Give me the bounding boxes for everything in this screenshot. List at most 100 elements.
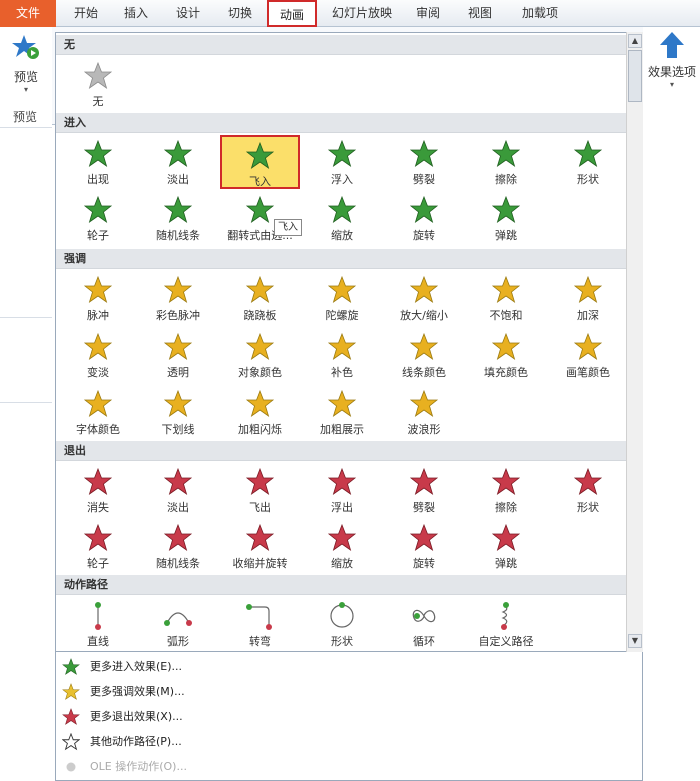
emphasis-effect-label: 加粗展示	[320, 423, 364, 436]
tab-home[interactable]: 开始	[62, 0, 110, 27]
gallery-scrollbar[interactable]: ▲ ▼	[626, 32, 643, 652]
entrance-star-icon	[58, 195, 138, 225]
motion-effect-4[interactable]: 循环	[384, 597, 464, 651]
emphasis-effect-label: 填充颜色	[484, 366, 528, 379]
effect-options-button[interactable]: 效果选项 ▾	[645, 30, 699, 100]
emphasis-effect-16[interactable]: 加粗闪烁	[220, 385, 300, 439]
tab-design[interactable]: 设计	[166, 0, 210, 27]
motion-effect-2[interactable]: 转弯	[220, 597, 300, 651]
emphasis-star-icon	[548, 332, 628, 362]
exit-effect-5[interactable]: 擦除	[466, 463, 546, 517]
exit-effect-12[interactable]: 弹跳	[466, 519, 546, 573]
scroll-thumb[interactable]	[628, 50, 642, 102]
emphasis-effect-12[interactable]: 填充颜色	[466, 328, 546, 382]
scroll-down-icon[interactable]: ▼	[628, 634, 642, 648]
emphasis-effect-label: 跷跷板	[243, 309, 277, 322]
effect-options-dropdown-icon[interactable]: ▾	[645, 80, 699, 89]
tab-insert[interactable]: 插入	[114, 0, 158, 27]
emphasis-effect-0[interactable]: 脉冲	[58, 271, 138, 325]
entrance-effect-5[interactable]: 擦除	[466, 135, 546, 189]
tab-animations[interactable]: 动画	[267, 0, 317, 27]
motion-effect-1[interactable]: 弧形	[138, 597, 218, 651]
entrance-effect-11[interactable]: 旋转	[384, 191, 464, 245]
entrance-effect-label: 缩放	[331, 229, 353, 242]
entrance-effect-1[interactable]: 淡出	[138, 135, 218, 189]
motion-effect-3[interactable]: 形状	[302, 597, 382, 651]
emphasis-effect-5[interactable]: 不饱和	[466, 271, 546, 325]
emphasis-effect-10[interactable]: 补色	[302, 328, 382, 382]
emphasis-effect-6[interactable]: 加深	[548, 271, 628, 325]
entrance-effect-4[interactable]: 劈裂	[384, 135, 464, 189]
none-effect-0[interactable]: 无	[58, 57, 138, 111]
more-entrance-effects-item[interactable]: 更多进入效果(E)...	[56, 654, 642, 679]
emphasis-effect-7[interactable]: 变淡	[58, 328, 138, 382]
emphasis-effect-8[interactable]: 透明	[138, 328, 218, 382]
scroll-up-icon[interactable]: ▲	[628, 34, 642, 48]
entrance-effect-7[interactable]: 轮子	[58, 191, 138, 245]
exit-effect-7[interactable]: 轮子	[58, 519, 138, 573]
emphasis-effect-17[interactable]: 加粗展示	[302, 385, 382, 439]
preview-button[interactable]: 预览 ▾	[4, 33, 48, 94]
exit-effect-2[interactable]: 飞出	[220, 463, 300, 517]
exit-effect-1[interactable]: 淡出	[138, 463, 218, 517]
tab-transitions[interactable]: 切换	[218, 0, 262, 27]
none-effect-label: 无	[92, 95, 104, 108]
emphasis-effect-2[interactable]: 跷跷板	[220, 271, 300, 325]
entrance-effect-2[interactable]: 飞入	[220, 135, 300, 189]
exit-star-icon	[384, 467, 464, 497]
motion-effect-5[interactable]: 自定义路径	[466, 597, 546, 651]
emphasis-effect-label: 加粗闪烁	[238, 423, 282, 436]
motion-effect-0[interactable]: 直线	[58, 597, 138, 651]
emphasis-effect-4[interactable]: 放大/缩小	[384, 271, 464, 325]
entrance-star-icon	[138, 139, 218, 169]
more-exit-effects-item[interactable]: 更多退出效果(X)...	[56, 704, 642, 729]
emphasis-effect-3[interactable]: 陀螺旋	[302, 271, 382, 325]
up-arrow-icon	[660, 32, 684, 58]
entrance-effect-3[interactable]: 浮入	[302, 135, 382, 189]
exit-effect-10[interactable]: 缩放	[302, 519, 382, 573]
entrance-star-icon	[302, 139, 382, 169]
exit-effect-label: 擦除	[495, 501, 517, 514]
emphasis-effect-13[interactable]: 画笔颜色	[548, 328, 628, 382]
exit-effect-3[interactable]: 浮出	[302, 463, 382, 517]
exit-effect-8[interactable]: 随机线条	[138, 519, 218, 573]
tab-review[interactable]: 审阅	[407, 0, 449, 27]
entrance-effect-0[interactable]: 出现	[58, 135, 138, 189]
emphasis-effect-label: 加深	[577, 309, 599, 322]
left-ribbon-strip	[0, 27, 52, 781]
more-effects-menu: 更多进入效果(E)... 更多强调效果(M)... 更多退出效果(X)... 其…	[55, 652, 643, 781]
tab-file[interactable]: 文件	[0, 0, 56, 27]
entrance-effect-9[interactable]: 翻转式由远...	[220, 191, 300, 245]
entrance-star-icon	[302, 195, 382, 225]
more-motion-paths-item[interactable]: 其他动作路径(P)...	[56, 729, 642, 754]
emphasis-effect-18[interactable]: 波浪形	[384, 385, 464, 439]
exit-effect-9[interactable]: 收缩并旋转	[220, 519, 300, 573]
emphasis-star-icon	[384, 275, 464, 305]
emphasis-effect-1[interactable]: 彩色脉冲	[138, 271, 218, 325]
emphasis-effect-9[interactable]: 对象颜色	[220, 328, 300, 382]
preview-dropdown-icon[interactable]: ▾	[4, 85, 48, 94]
entrance-effect-8[interactable]: 随机线条	[138, 191, 218, 245]
exit-effect-0[interactable]: 消失	[58, 463, 138, 517]
motion-path-icon	[302, 601, 382, 631]
motion-effect-label: 转弯	[249, 635, 271, 648]
motion-path-icon	[466, 601, 546, 631]
entrance-star-icon	[58, 139, 138, 169]
entrance-effect-12[interactable]: 弹跳	[466, 191, 546, 245]
tab-slideshow[interactable]: 幻灯片放映	[326, 0, 398, 27]
exit-effect-label: 旋转	[413, 557, 435, 570]
entrance-effect-10[interactable]: 缩放	[302, 191, 382, 245]
emphasis-effect-15[interactable]: 下划线	[138, 385, 218, 439]
emphasis-effect-14[interactable]: 字体颜色	[58, 385, 138, 439]
entrance-effect-6[interactable]: 形状	[548, 135, 628, 189]
tab-view[interactable]: 视图	[458, 0, 502, 27]
emphasis-effect-label: 画笔颜色	[566, 366, 610, 379]
emphasis-effect-11[interactable]: 线条颜色	[384, 328, 464, 382]
emphasis-star-icon	[302, 275, 382, 305]
more-emphasis-effects-item[interactable]: 更多强调效果(M)...	[56, 679, 642, 704]
tab-addins[interactable]: 加载项	[512, 0, 568, 27]
emphasis-effect-label: 陀螺旋	[325, 309, 359, 322]
exit-effect-6[interactable]: 形状	[548, 463, 628, 517]
exit-effect-4[interactable]: 劈裂	[384, 463, 464, 517]
exit-effect-11[interactable]: 旋转	[384, 519, 464, 573]
